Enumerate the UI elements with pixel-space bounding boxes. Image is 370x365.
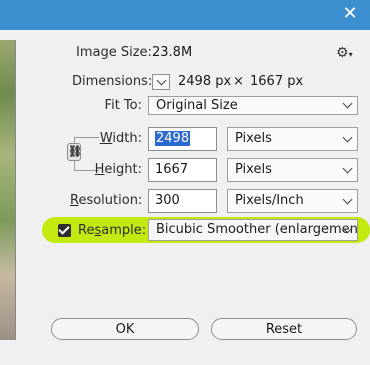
width-unit-value: Pixels: [235, 131, 272, 146]
width-value: 2498: [155, 131, 191, 146]
title-bar: [0, 0, 370, 30]
height-unit-select[interactable]: Pixels: [227, 158, 358, 182]
dimensions-label: Dimensions:: [72, 74, 153, 89]
resolution-unit-value: Pixels/Inch: [235, 193, 304, 208]
height-value: 1667: [155, 162, 189, 177]
gear-icon[interactable]: ⚙▾: [336, 45, 353, 61]
image-size-value: 23.8M: [152, 45, 193, 60]
dimensions-times: ×: [233, 74, 244, 89]
resample-method-value: Bicubic Smoother (enlargement): [156, 222, 358, 237]
fit-to-value: Original Size: [156, 98, 238, 113]
width-input[interactable]: 2498: [148, 127, 217, 151]
height-unit-value: Pixels: [235, 162, 272, 177]
image-preview: [0, 40, 16, 340]
width-unit-select[interactable]: Pixels: [227, 127, 358, 151]
resolution-value: 300: [155, 193, 180, 208]
resolution-input[interactable]: 300: [148, 189, 217, 213]
close-icon[interactable]: ✕: [340, 3, 360, 25]
resample-method-select[interactable]: Bicubic Smoother (enlargement): [148, 219, 358, 241]
height-input[interactable]: 1667: [148, 158, 217, 182]
chain-link-icon[interactable]: ⛓: [67, 143, 82, 161]
dimensions-height: 1667 px: [250, 74, 304, 89]
ok-button[interactable]: OK: [51, 318, 199, 340]
fit-to-select[interactable]: Original Size: [148, 96, 358, 115]
resolution-label: Resolution:: [70, 193, 143, 208]
resample-label: Resample:: [78, 223, 147, 238]
chevron-down-icon: [342, 163, 353, 174]
image-size-label: Image Size:: [76, 45, 152, 60]
resample-checkbox[interactable]: [58, 224, 71, 237]
reset-button[interactable]: Reset: [211, 318, 357, 340]
width-label: Width:: [99, 131, 142, 146]
chevron-down-icon: [342, 194, 353, 205]
dimensions-width: 2498 px: [178, 74, 232, 89]
dimensions-units-dropdown[interactable]: [152, 74, 170, 90]
chevron-down-icon: [342, 98, 353, 109]
resolution-unit-select[interactable]: Pixels/Inch: [227, 189, 358, 213]
fit-to-label: Fit To:: [104, 98, 142, 113]
chevron-down-icon: [342, 132, 353, 143]
chevron-down-icon: [156, 75, 167, 86]
height-label: Height:: [94, 162, 142, 177]
